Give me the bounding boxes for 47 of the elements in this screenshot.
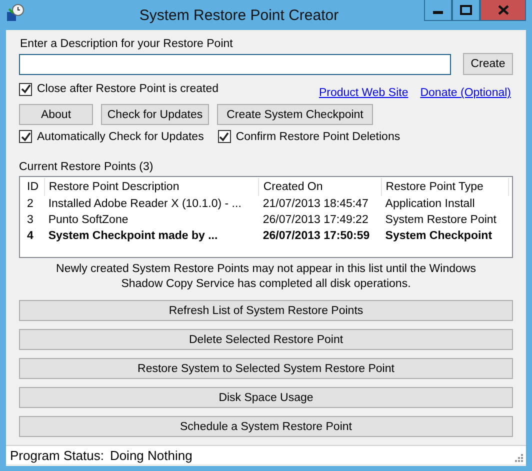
table-cell: Application Install bbox=[381, 196, 508, 212]
link[interactable]: Product Web Site bbox=[318, 87, 408, 99]
checkbox[interactable] bbox=[19, 130, 32, 143]
close-icon bbox=[498, 5, 508, 15]
column-header[interactable]: ID bbox=[23, 178, 44, 196]
action-button[interactable]: Refresh List of System Restore Points bbox=[19, 300, 513, 321]
table-cell-text: System Restore Point bbox=[384, 213, 498, 228]
table-cell-text: 4 bbox=[26, 229, 34, 244]
toolbar-button[interactable]: Create System Checkpoint bbox=[217, 104, 373, 125]
toolbar-button[interactable]: About bbox=[19, 104, 93, 125]
maximize-icon bbox=[460, 5, 472, 15]
column-header[interactable]: Restore Point Type bbox=[381, 178, 508, 196]
minimize-button[interactable] bbox=[424, 0, 452, 21]
info-note: Newly created System Restore Points may not appear in this list until the Windows Shadow Copy Service has completed all disk operations. bbox=[55, 262, 477, 292]
table-cell-text: 3 bbox=[26, 213, 34, 228]
action-button[interactable]: Restore System to Selected System Restore Point bbox=[19, 358, 513, 379]
table-cell-text: System Checkpoint bbox=[384, 229, 494, 244]
resize-grip-icon bbox=[515, 454, 523, 462]
maximize-button[interactable] bbox=[452, 0, 480, 21]
table-cell-text: Punto SoftZone bbox=[47, 213, 130, 228]
table-cell-text: 26/07/2013 17:50:59 bbox=[262, 229, 371, 244]
toolbar-button[interactable]: Check for Updates bbox=[101, 104, 209, 125]
action-button[interactable]: Schedule a System Restore Point bbox=[19, 416, 513, 437]
status-value: Doing Nothing bbox=[110, 448, 192, 462]
description-field[interactable] bbox=[19, 54, 451, 74]
table-cell-text: System Checkpoint made by ... bbox=[47, 229, 219, 244]
table-cell: Installed Adobe Reader X (10.1.0) - ... bbox=[44, 196, 259, 212]
list-title: Current Restore Points (3) bbox=[19, 161, 154, 173]
action-button[interactable]: Disk Space Usage bbox=[19, 387, 513, 408]
create-button[interactable]: Create bbox=[463, 53, 513, 75]
checkbox-label: Automatically Check for Updates bbox=[37, 130, 204, 142]
checkbox-label: Confirm Restore Point Deletions bbox=[236, 130, 400, 142]
link[interactable]: Donate (Optional) bbox=[420, 87, 511, 99]
column-header[interactable]: Created On bbox=[258, 178, 382, 196]
table-cell: 2 bbox=[23, 196, 44, 212]
checkbox-label: Close after Restore Point is created bbox=[37, 83, 219, 95]
app-icon bbox=[6, 4, 24, 22]
description-label: Enter a Description for your Restore Point bbox=[20, 38, 234, 50]
table-cell-text: 26/07/2013 17:49:22 bbox=[262, 213, 370, 228]
window-title: System Restore Point Creator bbox=[138, 6, 340, 24]
table-cell: 21/07/2013 18:45:47 bbox=[258, 196, 382, 212]
close-button[interactable] bbox=[480, 0, 526, 21]
action-button[interactable]: Delete Selected Restore Point bbox=[19, 329, 513, 350]
status-label: Program Status: bbox=[10, 448, 104, 462]
checkbox[interactable] bbox=[218, 130, 231, 143]
column-header[interactable]: Restore Point Description bbox=[44, 178, 259, 196]
checkbox[interactable] bbox=[19, 82, 32, 96]
